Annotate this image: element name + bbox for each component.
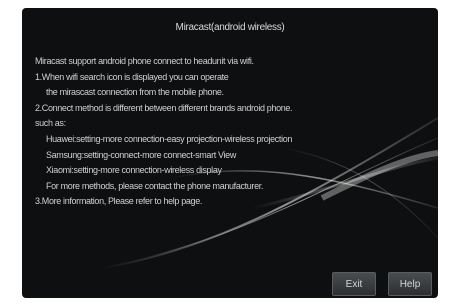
exit-button[interactable]: Exit xyxy=(332,272,376,296)
instruction-line: the mirascast connection from the mobile… xyxy=(46,87,224,98)
instruction-line: 2.Connect method is different between di… xyxy=(35,102,293,113)
instruction-line: Xiaomi:setting-more connection-wireless … xyxy=(46,165,222,176)
instruction-line: 1.When wifi search icon is displayed you… xyxy=(35,71,229,82)
instruction-line: such as: xyxy=(35,118,66,129)
instruction-line: 3.More information, Please refer to help… xyxy=(35,196,203,207)
dialog-title: Miracast(android wireless) xyxy=(175,22,285,33)
instruction-line: For more methods, please contact the pho… xyxy=(46,180,264,191)
instruction-line: Miracast support android phone connect t… xyxy=(35,56,254,66)
instructions-text: Miracast support android phone connect t… xyxy=(35,54,430,210)
miracast-screen: Miracast(android wireless) Miracast supp… xyxy=(22,8,438,298)
help-button[interactable]: Help xyxy=(388,272,432,296)
instruction-line: Huawei:setting-more connection-easy proj… xyxy=(46,133,293,144)
instruction-line: Samsung:setting-connect-more connect-sma… xyxy=(46,149,236,160)
